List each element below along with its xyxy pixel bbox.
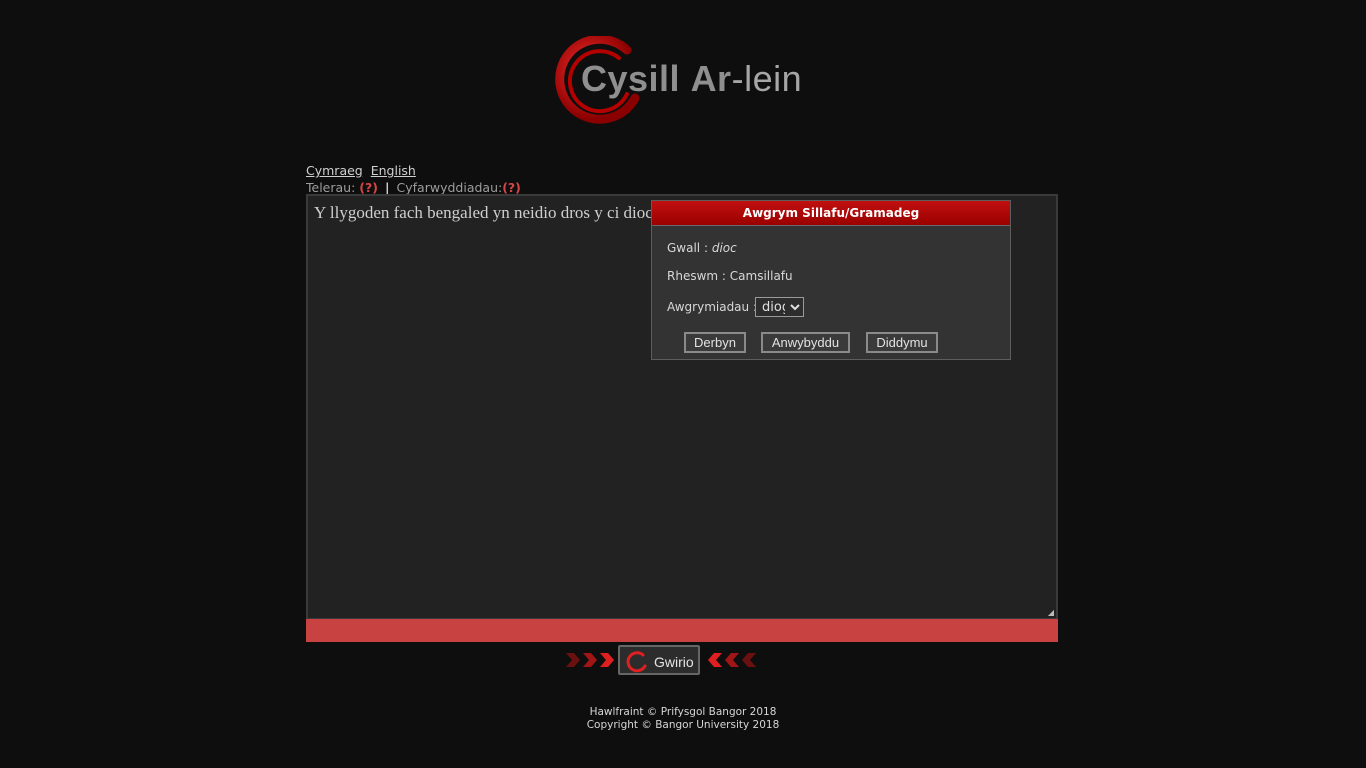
dialog-title: Awgrym Sillafu/Gramadeg (652, 201, 1010, 226)
logo-text: Cysill Ar-lein (581, 58, 803, 99)
suggestions-label: Awgrymiadau : (667, 300, 757, 314)
cancel-button[interactable]: Diddymu (866, 332, 938, 353)
footer-welsh: Hawlfraint © Prifysgol Bangor 2018 (589, 706, 777, 718)
error-row: Gwall : dioc (667, 241, 737, 255)
arrows-right-icon (566, 653, 614, 667)
terms-row: Telerau: (?) | Cyfarwyddiadau:(?) (306, 180, 521, 195)
suggestions-select[interactable]: diog (755, 297, 804, 317)
resize-grip-icon[interactable]: ◢ (1048, 608, 1054, 617)
check-button[interactable]: Gwirio (618, 645, 700, 675)
reason-label: Rheswm : (667, 269, 726, 283)
lang-welsh-link[interactable]: Cymraeg (306, 163, 363, 178)
status-bar (306, 619, 1058, 642)
separator: | (384, 180, 390, 195)
lang-english-link[interactable]: English (371, 163, 416, 178)
editor-text[interactable]: Y llygoden fach bengaled yn neidio dros … (314, 203, 653, 223)
error-label: Gwall : (667, 241, 708, 255)
error-word: dioc (711, 241, 737, 255)
instructions-label: Cyfarwyddiadau: (396, 180, 503, 195)
ignore-button[interactable]: Anwybyddu (761, 332, 850, 353)
reason-row: Rheswm : Camsillafu (667, 269, 793, 283)
footer-english: Copyright © Bangor University 2018 (586, 719, 780, 731)
suggestion-dialog: Awgrym Sillafu/Gramadeg Gwall : dioc Rhe… (651, 200, 1011, 360)
terms-label: Telerau: (306, 180, 356, 195)
instructions-help-link[interactable]: (?) (502, 180, 521, 195)
footer: Hawlfraint © Prifysgol Bangor 2018 Copyr… (0, 706, 1366, 732)
terms-help-link[interactable]: (?) (359, 180, 378, 195)
cysill-logo: Cysill Ar-lein (555, 36, 802, 128)
check-button-label: Gwirio (654, 654, 694, 670)
swirl-icon (626, 651, 647, 673)
check-button-area: Gwirio (566, 645, 756, 679)
accept-button[interactable]: Derbyn (684, 332, 746, 353)
language-links: Cymraeg English (306, 163, 420, 178)
arrows-left-icon (708, 653, 756, 667)
reason-value: Camsillafu (729, 269, 793, 283)
